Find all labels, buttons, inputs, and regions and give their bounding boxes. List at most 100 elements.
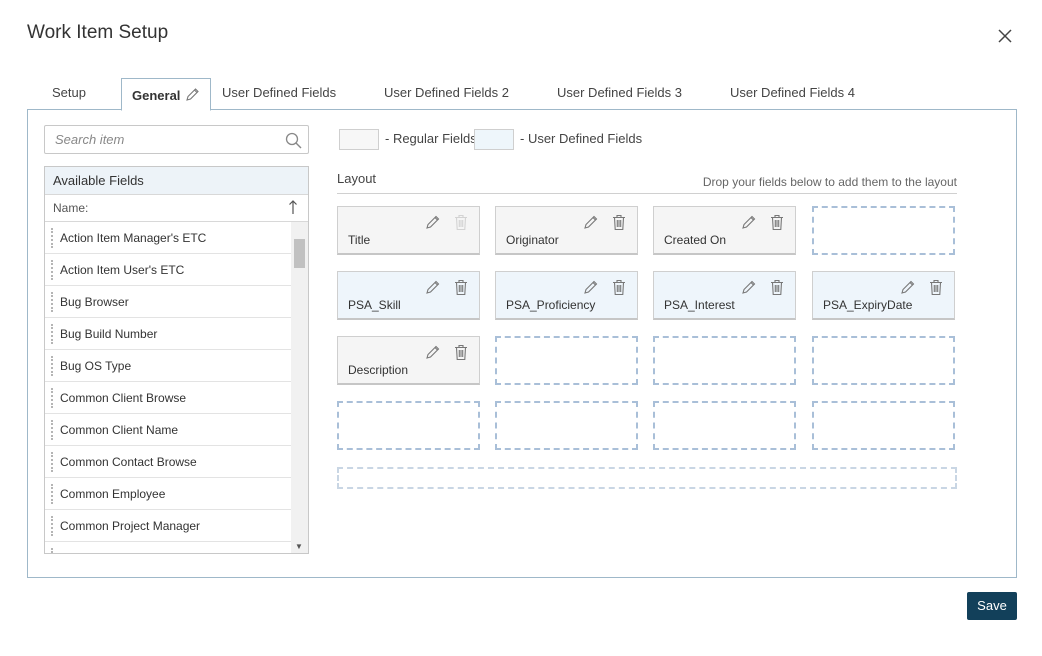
trash-icon[interactable] — [611, 279, 627, 301]
tab-general-label: General — [132, 88, 181, 103]
edit-pencil-icon[interactable] — [741, 279, 757, 300]
empty-drop-slot[interactable] — [812, 401, 955, 450]
list-item[interactable]: Common Contact Browse — [45, 446, 291, 478]
edit-pencil-icon[interactable] — [583, 279, 599, 300]
user-defined-field-swatch — [474, 129, 514, 150]
trash-icon[interactable] — [769, 279, 785, 301]
edit-pencil-icon[interactable] — [425, 344, 441, 365]
edit-pencil-icon[interactable] — [741, 214, 757, 235]
drag-handle-icon[interactable] — [51, 388, 54, 408]
edit-pencil-icon[interactable] — [184, 87, 200, 106]
trash-icon[interactable] — [453, 279, 469, 301]
page-title: Work Item Setup — [27, 22, 169, 43]
drag-handle-icon[interactable] — [51, 484, 54, 504]
available-fields-list: Available Fields Name: Action Item Manag… — [44, 166, 309, 554]
empty-drop-slot[interactable] — [337, 401, 480, 450]
list-item[interactable]: Common Client Browse — [45, 382, 291, 414]
search-icon[interactable] — [285, 132, 302, 154]
edit-pencil-icon[interactable] — [425, 214, 441, 235]
list-item[interactable]: Common Project Manager — [45, 510, 291, 542]
list-item[interactable]: Common Employee — [45, 478, 291, 510]
layout-field-card[interactable]: Created On — [653, 206, 796, 255]
layout-field-card[interactable]: Description — [337, 336, 480, 385]
trash-icon[interactable] — [769, 214, 785, 236]
field-label: Action Item User's ETC — [60, 263, 185, 277]
layout-field-card[interactable]: PSA_Interest — [653, 271, 796, 320]
edit-pencil-icon[interactable] — [425, 279, 441, 300]
field-label: Bug Browser — [60, 295, 129, 309]
name-column-header[interactable]: Name: — [45, 195, 308, 222]
layout-title: Layout — [337, 171, 377, 186]
layout-field-label: Originator — [506, 233, 559, 247]
field-label: Common Project Manager — [60, 519, 201, 533]
drag-handle-icon[interactable] — [51, 324, 54, 344]
tab-user-defined-fields[interactable]: User Defined Fields — [222, 78, 336, 110]
regular-field-swatch — [339, 129, 379, 150]
scroll-down-arrow-icon[interactable]: ▼ — [295, 542, 303, 551]
trash-icon[interactable] — [453, 344, 469, 366]
list-item[interactable]: Action Item Manager's ETC — [45, 222, 291, 254]
tab-bar: Setup General User Defined Fields User D… — [27, 78, 1017, 111]
name-column-label: Name: — [53, 201, 89, 215]
tab-user-defined-fields-2[interactable]: User Defined Fields 2 — [384, 78, 509, 110]
layout-field-label: Created On — [664, 233, 727, 247]
layout-field-card[interactable]: PSA_ExpiryDate — [812, 271, 955, 320]
empty-drop-slot[interactable] — [812, 336, 955, 385]
layout-field-card[interactable]: Originator — [495, 206, 638, 255]
scrollbar-thumb[interactable] — [294, 239, 305, 268]
available-fields-rows: Action Item Manager's ETC Action Item Us… — [45, 222, 308, 553]
empty-drop-slot[interactable] — [812, 206, 955, 255]
list-item-partial[interactable] — [45, 542, 291, 553]
edit-pencil-icon[interactable] — [900, 279, 916, 300]
list-item[interactable]: Bug Browser — [45, 286, 291, 318]
list-item[interactable]: Bug OS Type — [45, 350, 291, 382]
list-item[interactable]: Common Client Name — [45, 414, 291, 446]
field-label: Bug OS Type — [60, 359, 132, 373]
empty-drop-slot[interactable] — [653, 401, 796, 450]
field-label: Common Client Browse — [60, 391, 187, 405]
trash-icon[interactable] — [928, 279, 944, 301]
search-box — [44, 125, 309, 154]
empty-drop-slot[interactable] — [653, 336, 796, 385]
tab-general[interactable]: General — [121, 78, 212, 111]
layout-hint: Drop your fields below to add them to th… — [702, 175, 957, 189]
drag-handle-icon[interactable] — [51, 548, 54, 553]
tab-user-defined-fields-4[interactable]: User Defined Fields 4 — [730, 78, 855, 110]
trash-icon — [453, 214, 469, 236]
drag-handle-icon[interactable] — [51, 452, 54, 472]
empty-drop-slot[interactable] — [495, 336, 638, 385]
layout-field-card[interactable]: Title — [337, 206, 480, 255]
drag-handle-icon[interactable] — [51, 260, 54, 280]
general-tab-panel: Available Fields Name: Action Item Manag… — [27, 109, 1017, 578]
field-label: Common Contact Browse — [60, 455, 197, 469]
drag-handle-icon[interactable] — [51, 516, 54, 536]
list-item[interactable]: Bug Build Number — [45, 318, 291, 350]
trash-icon[interactable] — [611, 214, 627, 236]
save-button[interactable]: Save — [967, 592, 1017, 620]
field-label: Action Item Manager's ETC — [60, 231, 207, 245]
drag-handle-icon[interactable] — [51, 228, 54, 248]
available-fields-title: Available Fields — [45, 167, 308, 195]
tab-user-defined-fields-3[interactable]: User Defined Fields 3 — [557, 78, 682, 110]
drag-handle-icon[interactable] — [51, 356, 54, 376]
drag-handle-icon[interactable] — [51, 292, 54, 312]
user-defined-field-legend-label: - User Defined Fields — [520, 131, 643, 146]
layout-field-label: PSA_Interest — [664, 298, 735, 312]
layout-field-card[interactable]: PSA_Skill — [337, 271, 480, 320]
close-icon[interactable] — [997, 28, 1017, 48]
new-row-drop-zone[interactable] — [337, 467, 957, 489]
field-label: Common Employee — [60, 487, 166, 501]
edit-pencil-icon[interactable] — [583, 214, 599, 235]
sort-ascending-icon[interactable] — [288, 199, 298, 218]
drag-handle-icon[interactable] — [51, 420, 54, 440]
layout-field-label: PSA_Proficiency — [506, 298, 596, 312]
empty-drop-slot[interactable] — [495, 401, 638, 450]
tab-setup[interactable]: Setup — [52, 78, 86, 110]
regular-field-legend-label: - Regular Fields — [385, 131, 477, 146]
layout-field-card[interactable]: PSA_Proficiency — [495, 271, 638, 320]
list-item[interactable]: Action Item User's ETC — [45, 254, 291, 286]
vertical-scrollbar[interactable]: ▼ — [291, 222, 308, 553]
layout-divider — [337, 193, 957, 194]
layout-field-label: Description — [348, 363, 409, 377]
search-input[interactable] — [45, 126, 275, 153]
